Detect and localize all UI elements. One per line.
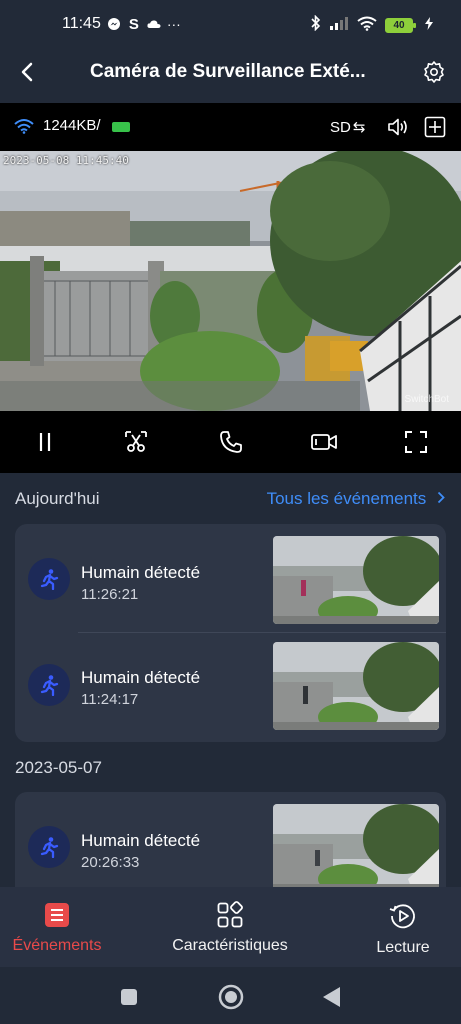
volume-icon[interactable] [386,116,410,138]
event-row[interactable]: Humain détecté 11:24:17 [15,632,446,737]
event-time: 11:26:21 [81,586,139,603]
video-controls-bar [0,411,461,473]
s-app-icon: S [128,15,139,33]
events-list-icon [12,901,102,929]
event-title: Humain détecté [81,831,201,850]
nav-playback-label: Lecture [376,939,430,956]
home-icon[interactable] [218,984,244,1015]
camera-battery-icon [112,122,130,132]
prev-events-card: Humain détecté 20:26:33 [15,792,446,902]
event-thumbnail[interactable] [273,536,439,624]
section-date-label: 2023-05-07 [15,758,102,777]
event-thumbnail[interactable] [273,804,439,892]
all-events-label: Tous les événements [266,489,427,508]
nav-events[interactable]: Événements [12,901,102,955]
app-header: Caméra de Surveillance Exté... [0,50,461,100]
event-row[interactable]: Humain détecté 11:26:21 [15,524,446,629]
status-left: 11:45 S ··· [62,15,181,33]
back-arrow-icon[interactable] [16,60,40,84]
status-right: 40 [311,14,433,35]
nav-playback[interactable]: Lecture [364,901,442,957]
swap-icon: ⇆ [352,119,366,136]
nav-features[interactable]: Caractéristiques [170,901,290,955]
video-scene [0,151,461,411]
battery-icon: 40 [385,17,416,33]
phone-call-icon[interactable] [218,429,244,455]
settings-gear-icon[interactable] [422,60,446,84]
charging-icon [425,16,433,34]
cloud-icon [147,17,161,31]
nav-events-label: Événements [12,937,102,954]
switchbot-watermark: SwitchBot [404,394,449,405]
event-time: 11:24:17 [81,691,139,708]
wifi-status-icon [357,16,377,35]
features-grid-icon [170,901,290,929]
bottom-nav: Événements Caractéristiques Lecture [0,887,461,967]
section-today-label: Aujourd'hui [15,489,100,508]
video-toolbar: 1244KB/ SD ⇆ [0,103,461,151]
screenshot-scissors-icon[interactable] [123,429,149,455]
page-title: Caméra de Surveillance Exté... [90,61,366,82]
playback-icon [364,901,442,931]
live-video-feed[interactable]: 2023-05-08 11:45:40 SwitchBot [0,151,461,411]
signal-icon [329,16,349,34]
fullscreen-icon[interactable] [403,429,429,455]
pause-icon[interactable] [32,429,58,455]
all-events-link[interactable]: Tous les événements [267,489,445,509]
today-events-card: Humain détecté 11:26:21 Humain détecté 1… [15,524,446,742]
event-title: Humain détecté [81,563,201,582]
messenger-icon [107,17,121,31]
system-nav-bar [0,967,461,1024]
back-nav-icon[interactable] [322,986,342,1013]
event-row[interactable]: Humain détecté 20:26:33 [15,792,446,897]
more-notifications: ··· [166,16,181,32]
event-thumbnail[interactable] [273,642,439,730]
bluetooth-icon [311,14,321,35]
status-bar: 11:45 S ··· 40 [0,0,461,50]
record-video-icon[interactable] [310,429,337,455]
video-timestamp: 2023-05-08 11:45:40 [3,154,129,167]
status-time: 11:45 [62,15,101,32]
human-detected-icon [28,664,70,706]
sd-label: SD [330,119,351,136]
chevron-right-icon [437,489,445,508]
sd-quality-toggle[interactable]: SD ⇆ [330,118,365,136]
nav-features-label: Caractéristiques [172,937,288,954]
split-view-icon[interactable] [424,116,446,138]
event-title: Humain détecté [81,668,201,687]
event-time: 20:26:33 [81,854,140,871]
bitrate-readout: 1244KB/ [43,117,101,134]
human-detected-icon [28,826,70,868]
recent-apps-icon[interactable] [120,988,138,1011]
human-detected-icon [28,558,70,600]
camera-wifi-icon [14,118,34,134]
